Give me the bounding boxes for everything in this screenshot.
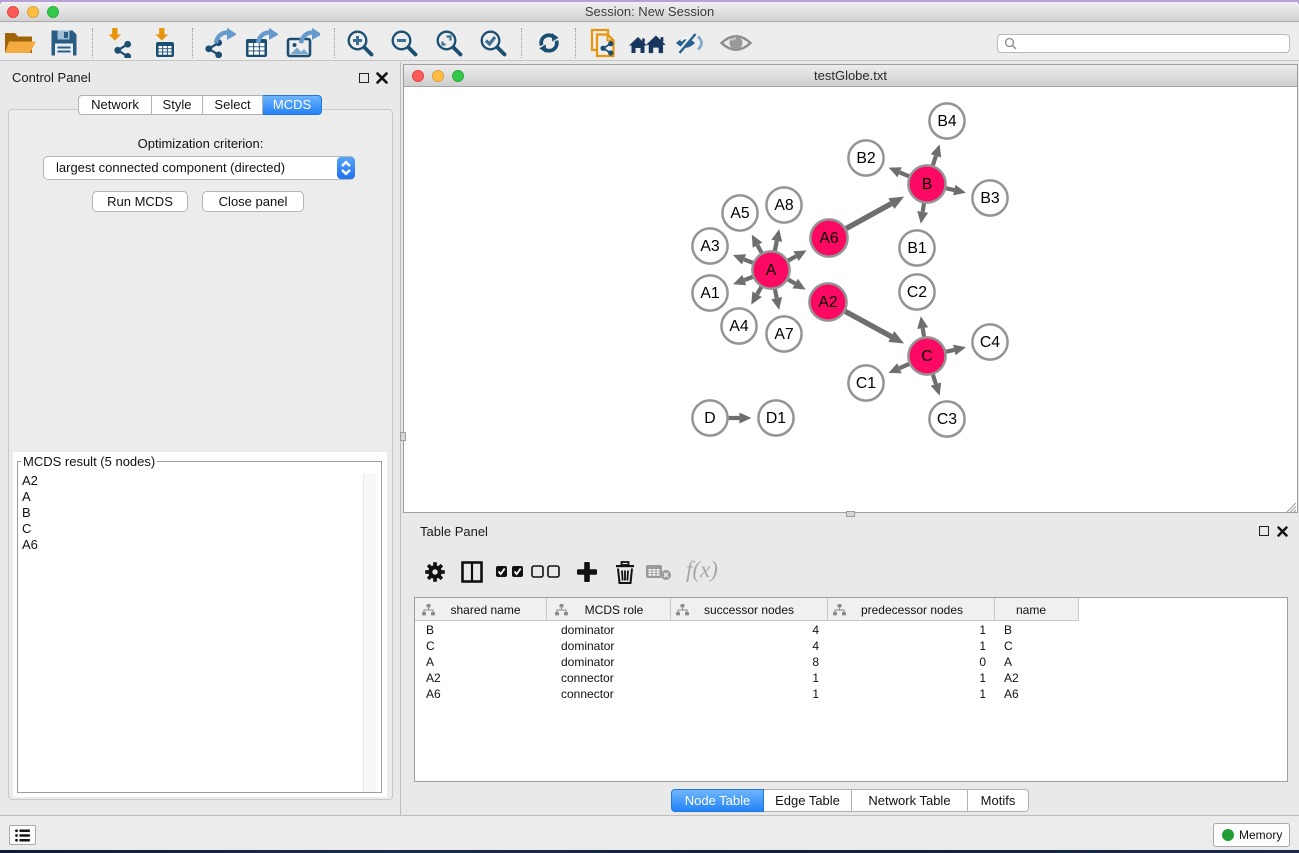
svg-text:C3: C3 (937, 411, 957, 428)
svg-text:D: D (704, 410, 715, 427)
svg-text:A5: A5 (730, 205, 750, 222)
svg-text:A8: A8 (774, 197, 794, 214)
svg-text:B1: B1 (907, 240, 927, 257)
svg-text:C2: C2 (907, 284, 927, 301)
svg-text:A7: A7 (774, 326, 793, 343)
svg-text:D1: D1 (766, 410, 786, 427)
svg-text:A: A (766, 262, 777, 279)
svg-text:C1: C1 (856, 375, 876, 392)
svg-text:A6: A6 (819, 230, 839, 247)
svg-text:A3: A3 (700, 238, 720, 255)
svg-text:A2: A2 (818, 294, 837, 311)
svg-text:B4: B4 (937, 113, 957, 130)
svg-text:C: C (921, 348, 932, 365)
svg-text:B3: B3 (980, 190, 1000, 207)
svg-text:B2: B2 (856, 150, 875, 167)
svg-text:B: B (922, 176, 933, 193)
svg-text:A4: A4 (729, 318, 749, 335)
svg-text:C4: C4 (980, 334, 1000, 351)
svg-text:A1: A1 (700, 285, 720, 302)
